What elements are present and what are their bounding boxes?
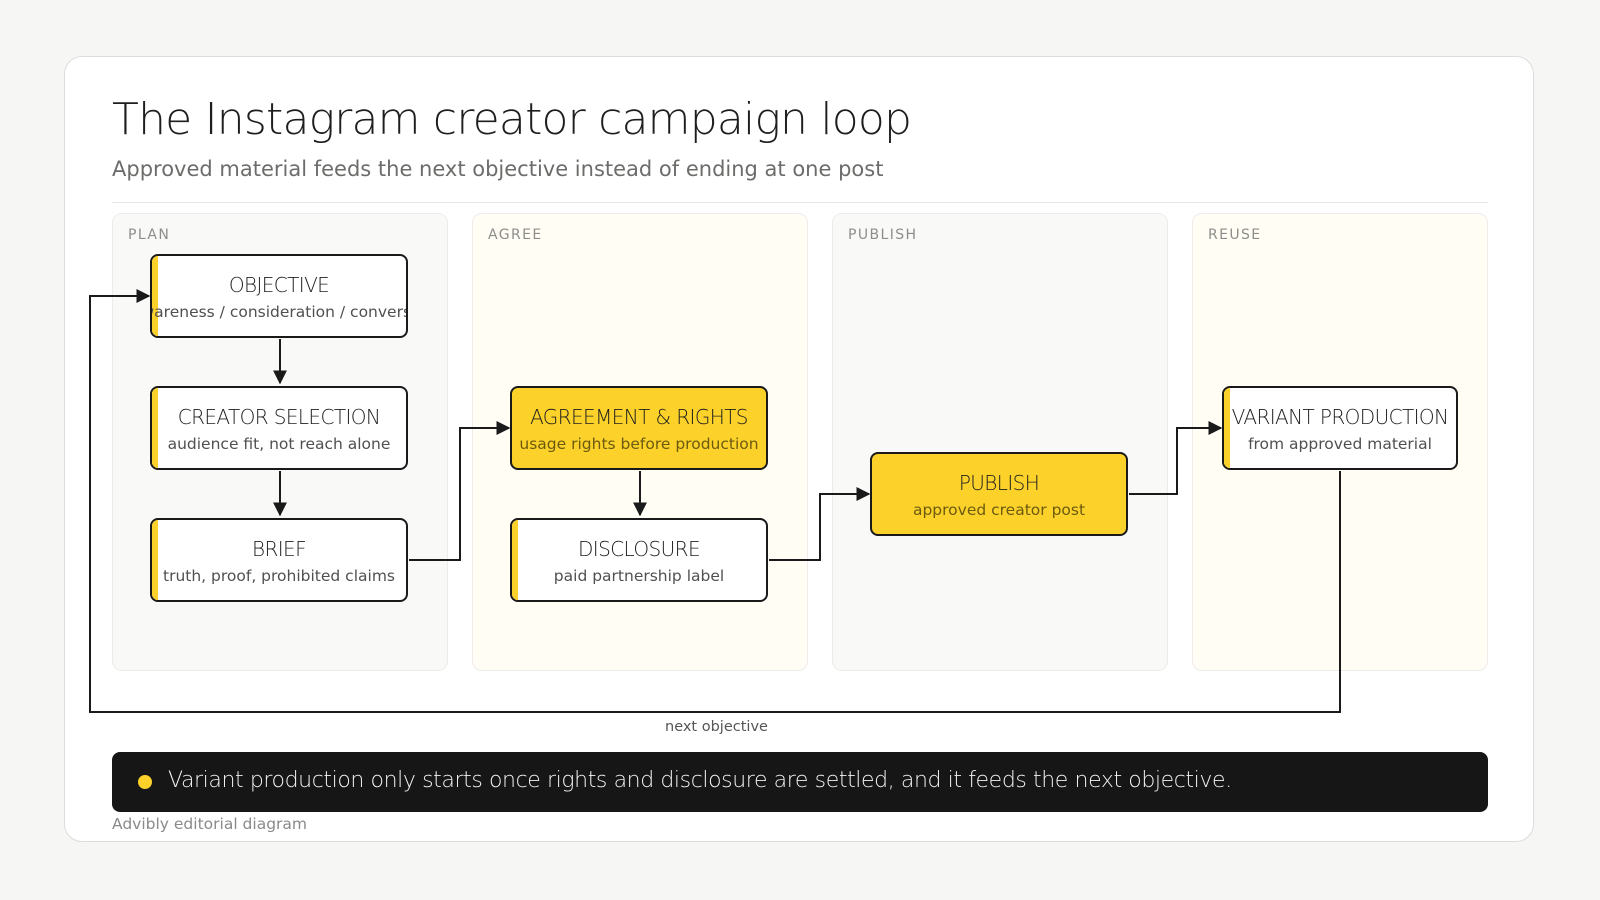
node-title: OBJECTIVE (228, 273, 330, 297)
node-publish: PUBLISH approved creator post (870, 452, 1128, 536)
node-title: PUBLISH (958, 471, 1040, 495)
node-agreement-rights: AGREEMENT & RIGHTS usage rights before p… (510, 386, 768, 470)
node-subtitle: truth, proof, prohibited claims (163, 567, 395, 585)
node-subtitle: from approved material (1248, 435, 1432, 453)
arrow-brief-to-agreement (409, 421, 511, 561)
node-variant-production: VARIANT PRODUCTION from approved materia… (1222, 386, 1458, 470)
node-creator-selection: CREATOR SELECTION audience fit, not reac… (150, 386, 408, 470)
node-title: DISCLOSURE (578, 537, 701, 561)
loop-label: next objective (665, 719, 768, 735)
callout-banner: Variant production only starts once righ… (112, 752, 1488, 812)
node-subtitle: usage rights before production (519, 435, 759, 453)
bullet-dot-icon (138, 775, 152, 789)
node-title: AGREEMENT & RIGHTS (530, 405, 748, 429)
node-title: CREATOR SELECTION (177, 405, 381, 429)
footer-credit: Advibly editorial diagram (112, 815, 307, 833)
node-title: VARIANT PRODUCTION (1231, 405, 1449, 429)
node-subtitle: approved creator post (912, 501, 1086, 519)
node-subtitle: awareness / consideration / conversion (152, 303, 406, 321)
node-objective: OBJECTIVE awareness / consideration / co… (150, 254, 408, 338)
node-subtitle: paid partnership label (553, 567, 725, 585)
loop-arrow-next-objective (89, 289, 1341, 713)
node-brief: BRIEF truth, proof, prohibited claims (150, 518, 408, 602)
node-subtitle: audience fit, not reach alone (167, 435, 391, 453)
arrow-publish-to-variant (1129, 421, 1223, 495)
node-disclosure: DISCLOSURE paid partnership label (510, 518, 768, 602)
callout-text: Variant production only starts once righ… (168, 768, 1232, 793)
node-title: BRIEF (251, 537, 307, 561)
arrow-disclosure-to-publish (769, 487, 871, 561)
